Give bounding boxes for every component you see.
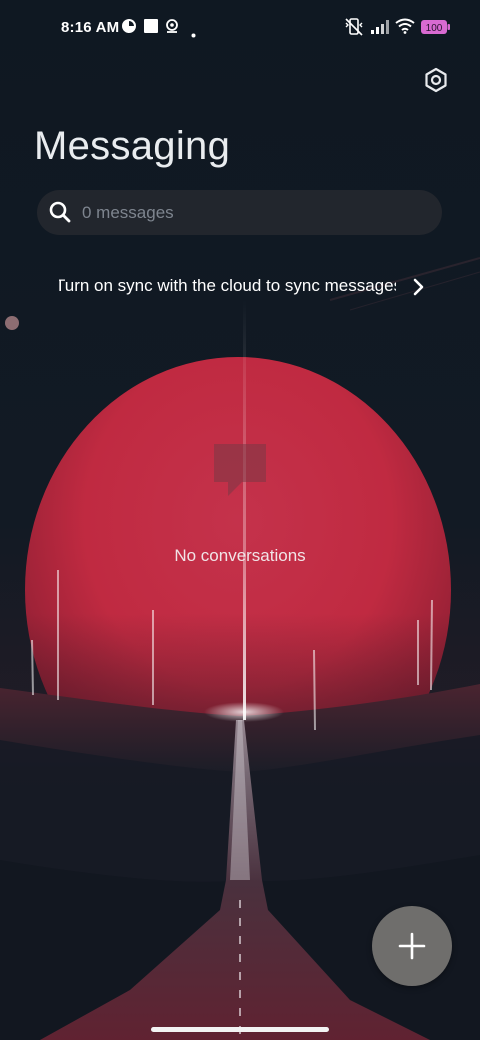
sync-banner-text: Turn on sync with the cloud to sync mess…: [59, 276, 396, 295]
status-bar: 8:16 AM 100: [0, 0, 480, 56]
battery-level: 100: [426, 23, 443, 34]
battery-icon: 100: [421, 20, 451, 39]
search-icon: [49, 201, 71, 223]
sync-banner-text-container: Turn on sync with the cloud to sync mess…: [59, 276, 396, 296]
settings-button[interactable]: [420, 64, 452, 96]
vibrate-off-icon: [343, 16, 365, 43]
new-conversation-button[interactable]: [372, 906, 452, 986]
chat-bubble-icon: [214, 444, 266, 496]
square-notification-icon: [143, 18, 159, 39]
signal-icon: [371, 20, 389, 39]
search-bar[interactable]: [37, 190, 442, 235]
chevron-right-icon: [413, 278, 424, 296]
wifi-icon: [395, 18, 415, 39]
dot-icon: [191, 25, 196, 43]
empty-state-text: No conversations: [174, 546, 306, 565]
gear-icon: [425, 67, 447, 93]
search-input[interactable]: [82, 190, 422, 235]
sync-banner[interactable]: Turn on sync with the cloud to sync mess…: [0, 270, 480, 304]
location-pin-icon: [164, 18, 180, 40]
home-indicator[interactable]: [151, 1027, 329, 1032]
notification-dot-icon: [121, 18, 137, 39]
page-title: Messaging: [34, 124, 231, 168]
status-time: 8:16 AM: [61, 19, 120, 36]
plus-icon: [398, 932, 426, 960]
